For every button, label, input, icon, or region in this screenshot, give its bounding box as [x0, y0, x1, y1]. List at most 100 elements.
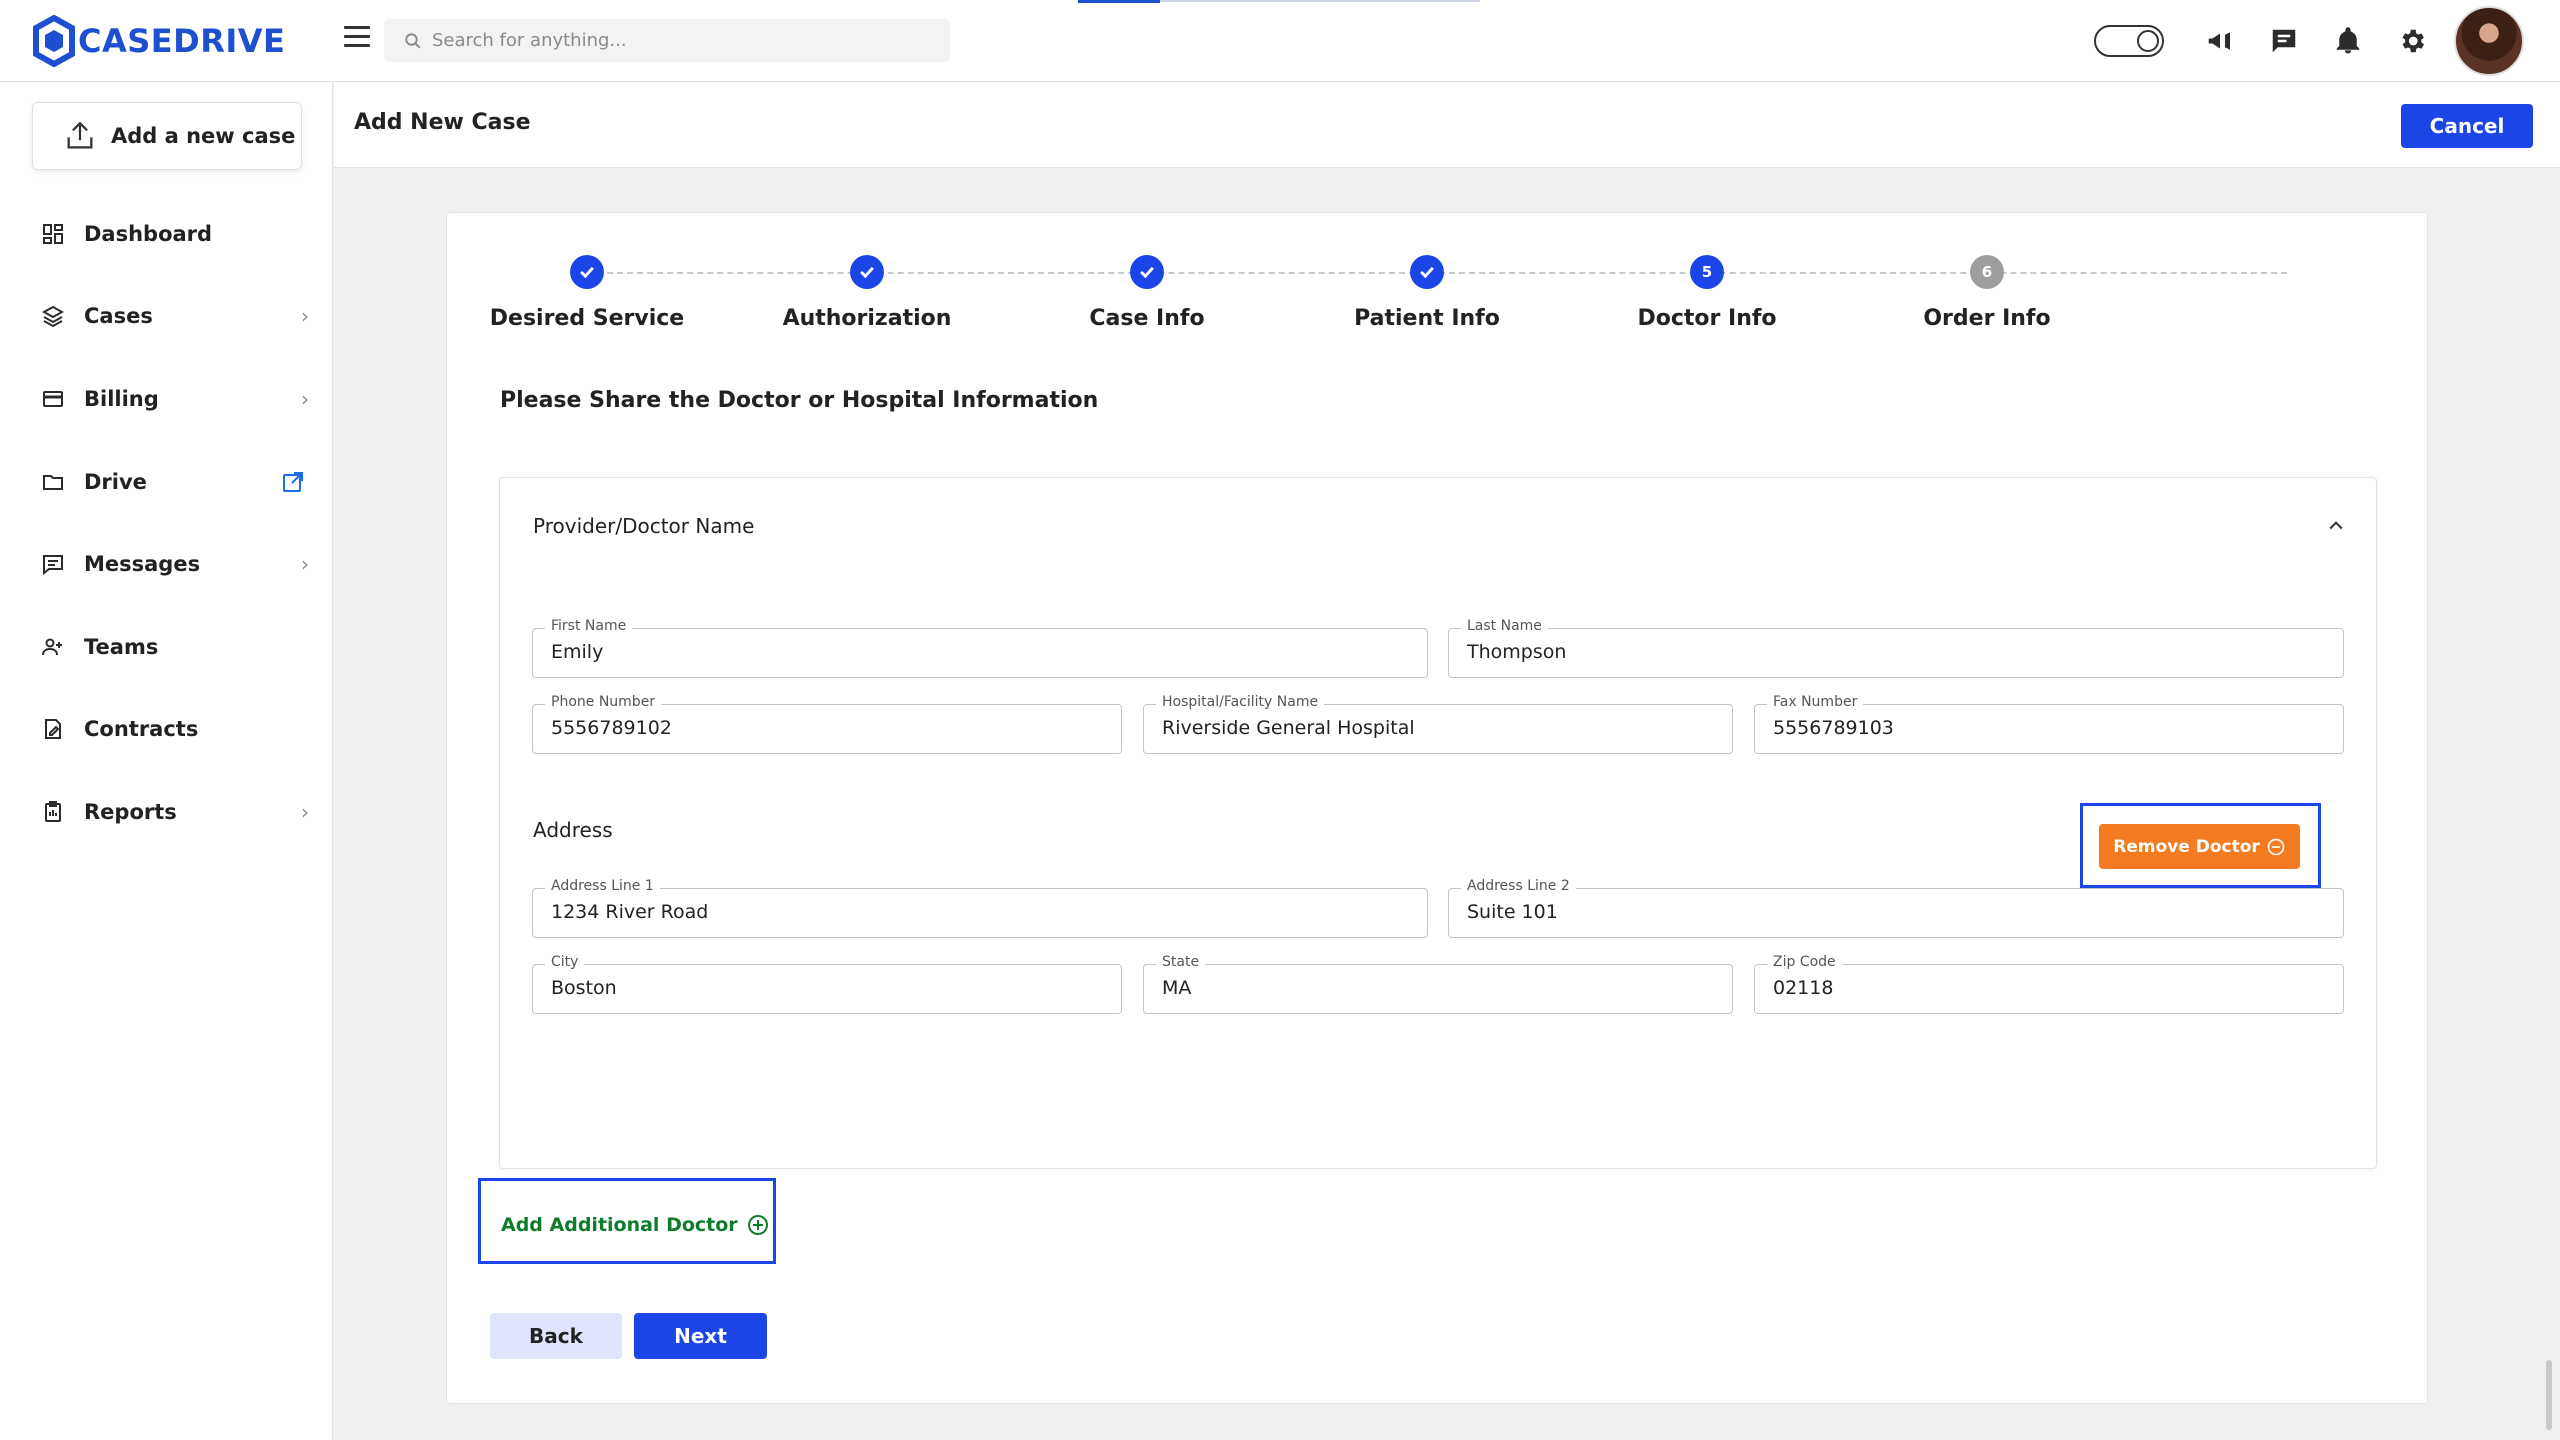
cancel-button[interactable]: Cancel	[2401, 104, 2533, 148]
add-new-case-label: Add a new case	[111, 124, 296, 148]
panel-title: Provider/Doctor Name	[533, 514, 755, 538]
next-button[interactable]: Next	[634, 1313, 767, 1359]
phone-number-label: Phone Number	[545, 694, 662, 710]
clipboard-icon	[40, 799, 66, 825]
sidebar-item-label: Contracts	[84, 717, 199, 741]
step-label: Desired Service	[489, 306, 685, 331]
step-number: 6	[1970, 255, 2004, 289]
hamburger-menu-icon[interactable]	[344, 26, 370, 52]
users-icon	[40, 634, 66, 660]
bell-icon[interactable]	[2316, 9, 2380, 73]
step-authorization[interactable]: Authorization	[747, 255, 987, 331]
first-name-input[interactable]	[551, 641, 1356, 663]
remove-doctor-button[interactable]: Remove Doctor	[2099, 824, 2300, 869]
step-desired-service[interactable]: Desired Service	[467, 255, 707, 331]
chevron-up-icon[interactable]	[2326, 516, 2346, 536]
step-patient-info[interactable]: Patient Info	[1307, 255, 1547, 331]
add-additional-doctor-button[interactable]: Add Additional Doctor	[478, 1178, 776, 1264]
zip-code-field[interactable]: Zip Code	[1754, 954, 2344, 1014]
state-input[interactable]	[1162, 977, 1692, 999]
remove-doctor-label: Remove Doctor	[2113, 836, 2260, 857]
zip-code-label: Zip Code	[1767, 954, 1842, 970]
app-logo[interactable]: CASEDRIVE	[32, 14, 285, 68]
credit-card-icon	[40, 386, 66, 412]
contract-icon	[40, 716, 66, 742]
sidebar-item-label: Billing	[84, 387, 159, 411]
chevron-right-icon: ›	[301, 387, 309, 411]
state-field[interactable]: State	[1143, 954, 1733, 1014]
theme-toggle[interactable]	[2094, 25, 2164, 57]
hospital-name-input[interactable]	[1162, 717, 1692, 739]
external-link-icon[interactable]	[281, 470, 305, 494]
sidebar-item-billing[interactable]: Billing ›	[0, 369, 333, 429]
city-label: City	[545, 954, 585, 970]
first-name-field[interactable]: First Name	[532, 618, 1428, 678]
sidebar-item-label: Cases	[84, 304, 153, 328]
zip-code-input[interactable]	[1773, 977, 2303, 999]
city-input[interactable]	[551, 977, 1081, 999]
sidebar-item-messages[interactable]: Messages ›	[0, 534, 333, 594]
remove-doctor-highlight: Remove Doctor	[2080, 803, 2321, 888]
chat-icon[interactable]	[2252, 9, 2316, 73]
stepper: Desired Service Authorization Case Info …	[447, 255, 2429, 355]
first-name-label: First Name	[545, 618, 633, 634]
plus-circle-icon	[747, 1215, 768, 1235]
top-bar: CASEDRIVE	[0, 0, 2560, 82]
step-case-info[interactable]: Case Info	[1027, 255, 1267, 331]
top-icons	[2094, 0, 2560, 82]
address-line-2-input[interactable]	[1467, 901, 2272, 923]
check-icon	[570, 255, 604, 289]
step-number: 5	[1690, 255, 1724, 289]
phone-number-field[interactable]: Phone Number	[532, 694, 1122, 754]
fax-number-field[interactable]: Fax Number	[1754, 694, 2344, 754]
back-button[interactable]: Back	[490, 1313, 622, 1359]
loading-progress-track	[1160, 0, 1480, 2]
address-line-1-input[interactable]	[551, 901, 1356, 923]
add-additional-doctor-label: Add Additional Doctor	[501, 1214, 738, 1236]
address-line-2-field[interactable]: Address Line 2	[1448, 878, 2344, 938]
city-field[interactable]: City	[532, 954, 1122, 1014]
announcement-icon[interactable]	[2188, 9, 2252, 73]
fax-number-label: Fax Number	[1767, 694, 1864, 710]
minus-circle-icon	[2267, 838, 2285, 855]
user-avatar[interactable]	[2454, 6, 2524, 76]
step-order-info[interactable]: 6 Order Info	[1867, 255, 2107, 331]
check-icon	[850, 255, 884, 289]
logo-hexagon-icon	[33, 15, 75, 67]
chevron-right-icon: ›	[301, 552, 309, 576]
last-name-input[interactable]	[1467, 641, 2272, 663]
sidebar-item-dashboard[interactable]: Dashboard	[0, 204, 333, 264]
sidebar: Add a new case Dashboard Cases › Billing…	[0, 82, 333, 1440]
sidebar-item-label: Teams	[84, 635, 159, 659]
hospital-name-field[interactable]: Hospital/Facility Name	[1143, 694, 1733, 754]
page-header: Add New Case Cancel	[334, 82, 2560, 168]
message-icon	[40, 551, 66, 577]
loading-progress-indicator	[1078, 0, 1160, 3]
page-scrollbar[interactable]	[2546, 1360, 2552, 1430]
page-title: Add New Case	[354, 110, 531, 135]
sidebar-item-label: Drive	[84, 470, 147, 494]
layers-icon	[40, 303, 66, 329]
sidebar-item-contracts[interactable]: Contracts	[0, 699, 333, 759]
sidebar-item-drive[interactable]: Drive	[0, 452, 333, 512]
form-subtitle: Please Share the Doctor or Hospital Info…	[500, 388, 1099, 413]
gear-icon[interactable]	[2380, 9, 2444, 73]
step-label: Doctor Info	[1637, 306, 1777, 331]
add-new-case-button[interactable]: Add a new case	[32, 102, 302, 170]
address-line-1-field[interactable]: Address Line 1	[532, 878, 1428, 938]
dashboard-icon	[40, 221, 66, 247]
step-label: Patient Info	[1354, 306, 1500, 331]
add-additional-doctor-content: Add Additional Doctor	[501, 1213, 770, 1237]
step-doctor-info[interactable]: 5 Doctor Info	[1587, 255, 1827, 331]
sidebar-item-reports[interactable]: Reports ›	[0, 782, 333, 842]
search-icon	[405, 32, 421, 48]
last-name-field[interactable]: Last Name	[1448, 618, 2344, 678]
search-bar[interactable]	[384, 19, 950, 62]
sidebar-item-teams[interactable]: Teams	[0, 617, 333, 677]
sidebar-item-cases[interactable]: Cases ›	[0, 286, 333, 346]
fax-number-input[interactable]	[1773, 717, 2303, 739]
step-label: Order Info	[1923, 306, 2051, 331]
phone-number-input[interactable]	[551, 717, 1081, 739]
add-case-card: Desired Service Authorization Case Info …	[446, 212, 2428, 1404]
search-input[interactable]	[432, 30, 932, 51]
